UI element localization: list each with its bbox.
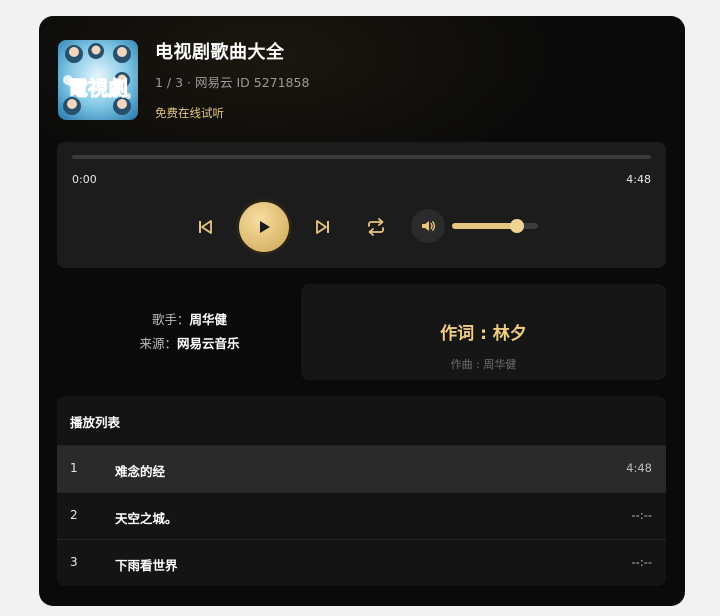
skip-previous-icon	[199, 220, 212, 234]
previous-button[interactable]	[195, 217, 215, 237]
free-listen-label[interactable]: 免费在线试听	[155, 105, 224, 121]
current-time: 0:00	[72, 173, 97, 186]
cover-lettering: 電視劇	[68, 76, 128, 100]
total-time: 4:48	[626, 173, 651, 186]
track-duration: --:--	[631, 508, 652, 522]
album-meta: 1 / 3 · 网易云 ID 5271858	[155, 75, 310, 90]
track-name: 下雨看世界	[115, 558, 178, 573]
album-cover: 電視劇	[58, 40, 138, 120]
album-title: 电视剧歌曲大全	[155, 42, 285, 63]
volume-icon	[422, 221, 436, 231]
track-name: 天空之城。	[115, 511, 178, 526]
volume-slider[interactable]	[452, 219, 538, 233]
track-duration: --:--	[631, 555, 652, 569]
volume-fill	[452, 223, 517, 229]
source-name: 网易云音乐	[177, 336, 240, 351]
playlist-header: 播放列表	[70, 415, 121, 430]
playlist-row[interactable]: 2 天空之城。 --:--	[57, 492, 666, 539]
track-name: 难念的经	[115, 464, 166, 479]
composer-line: 作曲 : 周华健	[450, 358, 517, 371]
next-button[interactable]	[313, 217, 333, 237]
track-duration: 4:48	[626, 461, 652, 475]
player-controls-panel: 0:00 4:48	[57, 142, 666, 268]
source-label: 来源：	[139, 336, 177, 351]
playlist: 播放列表 1 难念的经 4:48 2 天空之城。 --:-- 3 下雨看世界 -…	[57, 396, 666, 586]
source-line: 来源：网易云音乐	[57, 333, 322, 352]
repeat-button[interactable]	[365, 216, 387, 238]
repeat-icon	[368, 218, 384, 236]
lyricist-line: 作词 : 林夕	[440, 324, 527, 344]
skip-next-icon	[316, 220, 329, 234]
volume-button[interactable]	[411, 209, 445, 243]
track-number: 1	[70, 461, 78, 475]
volume-handle[interactable]	[509, 219, 524, 233]
singer-label: 歌手：	[151, 312, 190, 327]
lyrics-panel: 作词 : 林夕 作曲 : 周华健	[301, 284, 666, 380]
singer-name: 周华健	[189, 312, 228, 327]
track-number: 3	[70, 555, 78, 569]
playlist-row[interactable]: 1 难念的经 4:48	[57, 445, 666, 492]
play-button[interactable]	[239, 202, 289, 252]
song-info: 歌手：周华健 来源：网易云音乐	[57, 284, 322, 380]
playlist-row[interactable]: 3 下雨看世界 --:--	[57, 539, 666, 586]
singer-line: 歌手：周华健	[57, 309, 322, 328]
music-player-card: 電視劇 电视剧歌曲大全 1 / 3 · 网易云 ID 5271858 免费在线试…	[39, 16, 685, 606]
play-icon	[260, 221, 270, 233]
progress-bar[interactable]	[72, 155, 651, 159]
track-number: 2	[70, 508, 78, 522]
